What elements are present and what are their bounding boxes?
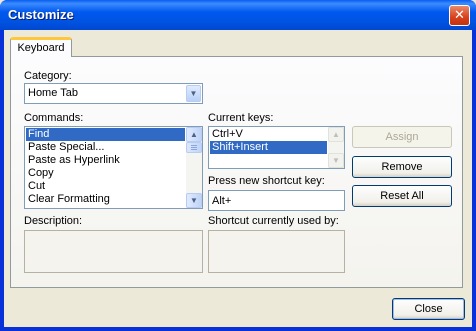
scroll-down-icon[interactable]: ▼ [328, 153, 344, 168]
category-label: Category: [24, 70, 72, 82]
reset-all-button[interactable]: Reset All [352, 185, 452, 207]
close-icon[interactable]: ✕ [449, 5, 470, 26]
list-item[interactable]: Find [26, 128, 185, 141]
description-label: Description: [24, 215, 83, 227]
tab-keyboard[interactable]: Keyboard [10, 37, 72, 57]
commands-list[interactable]: Find Paste Special... Paste as Hyperlink… [24, 126, 203, 209]
customize-dialog: Customize ✕ Keyboard Category: Home Tab … [0, 0, 476, 331]
commands-label: Commands: [24, 112, 84, 124]
list-item[interactable]: Ctrl+V [210, 128, 327, 141]
list-item[interactable]: Copy [26, 167, 185, 180]
current-keys-items: Ctrl+V Shift+Insert [210, 128, 327, 154]
remove-button[interactable]: Remove [352, 156, 452, 178]
list-item[interactable]: Paste Special... [26, 141, 185, 154]
category-dropdown[interactable]: Home Tab ▼ [24, 83, 203, 104]
current-keys-scrollbar[interactable]: ▲ ▼ [328, 127, 344, 168]
description-box [24, 230, 203, 273]
new-shortcut-input[interactable]: Alt+ [208, 190, 345, 211]
list-item[interactable]: Paste as Hyperlink [26, 154, 185, 167]
close-button[interactable]: Close [392, 298, 465, 320]
window-title: Customize [8, 7, 74, 22]
new-shortcut-label: Press new shortcut key: [208, 175, 325, 187]
new-shortcut-value: Alt+ [212, 195, 232, 207]
used-by-label: Shortcut currently used by: [208, 215, 339, 227]
scroll-down-icon[interactable]: ▼ [186, 193, 202, 208]
current-keys-list[interactable]: Ctrl+V Shift+Insert ▲ ▼ [208, 126, 345, 169]
dialog-body: Keyboard Category: Home Tab ▼ Commands: … [4, 30, 472, 327]
title-bar[interactable]: Customize ✕ [0, 0, 476, 30]
scroll-thumb[interactable] [186, 142, 202, 153]
scroll-up-icon[interactable]: ▲ [186, 127, 202, 142]
chevron-down-icon[interactable]: ▼ [186, 85, 201, 102]
assign-button[interactable]: Assign [352, 126, 452, 148]
commands-items: Find Paste Special... Paste as Hyperlink… [26, 128, 185, 206]
category-value: Home Tab [28, 87, 78, 99]
scroll-up-icon[interactable]: ▲ [328, 127, 344, 142]
commands-scrollbar[interactable]: ▲ ▼ [186, 127, 202, 208]
used-by-box [208, 230, 345, 273]
current-keys-label: Current keys: [208, 112, 274, 124]
list-item[interactable]: Clear Formatting [26, 193, 185, 206]
list-item[interactable]: Shift+Insert [210, 141, 327, 154]
list-item[interactable]: Cut [26, 180, 185, 193]
